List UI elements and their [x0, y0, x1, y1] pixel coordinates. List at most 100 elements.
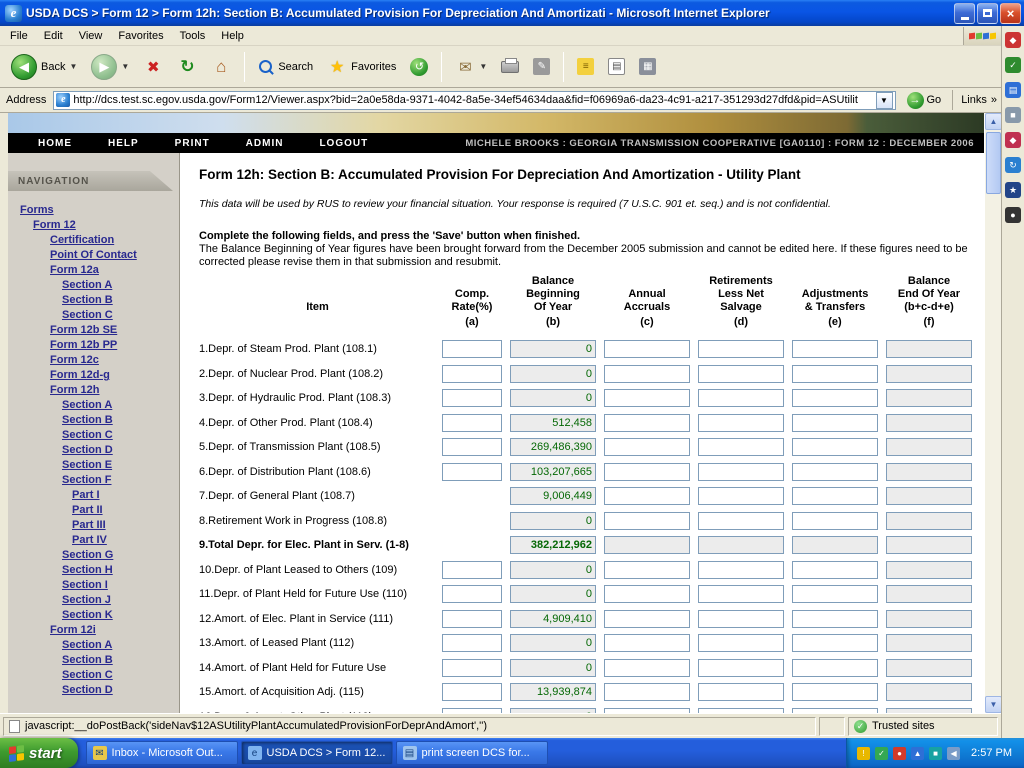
close-button[interactable]: ×	[1000, 3, 1021, 24]
retirements-input[interactable]	[698, 389, 784, 407]
tray-icon[interactable]: ✓	[875, 747, 888, 760]
tray-icon[interactable]: ◀	[947, 747, 960, 760]
menu-item[interactable]: File	[2, 28, 36, 44]
sidebar-item[interactable]: Section A	[8, 638, 179, 653]
dock-icon[interactable]: ▤	[1005, 82, 1021, 98]
home-button[interactable]: ⌂	[206, 54, 236, 80]
annual-accruals-input[interactable]	[604, 340, 690, 358]
sidebar-item[interactable]: Section E	[8, 458, 179, 473]
tray-icon[interactable]: ●	[893, 747, 906, 760]
sidebar-item[interactable]: Section K	[8, 608, 179, 623]
adjustments-input[interactable]	[792, 463, 878, 481]
adjustments-input[interactable]	[792, 561, 878, 579]
dock-icon[interactable]: ◆	[1005, 132, 1021, 148]
edit-button[interactable]: ✎	[528, 55, 555, 78]
sidebar-item[interactable]: Section I	[8, 578, 179, 593]
sidebar-item[interactable]: Section F	[8, 473, 179, 488]
retirements-input[interactable]	[698, 610, 784, 628]
address-dropdown-icon[interactable]: ▼	[876, 92, 893, 109]
sidebar-item[interactable]: Section D	[8, 443, 179, 458]
sidebar-item[interactable]: Section B	[8, 293, 179, 308]
taskbar-window-button[interactable]: e USDA DCS > Form 12...	[241, 741, 393, 765]
retirements-input[interactable]	[698, 487, 784, 505]
annual-accruals-input[interactable]	[604, 610, 690, 628]
address-input[interactable]: e http://dcs.test.sc.egov.usda.gov/Form1…	[53, 91, 895, 110]
links-chevron-icon[interactable]: »	[991, 94, 997, 106]
adjustments-input[interactable]	[792, 634, 878, 652]
favorites-button[interactable]: ★ Favorites	[322, 54, 401, 80]
search-button[interactable]: Search	[253, 56, 318, 78]
comp-rate-input[interactable]	[442, 561, 502, 579]
sidebar-item[interactable]: Section G	[8, 548, 179, 563]
sidebar-item[interactable]: Form 12h	[8, 383, 179, 398]
annual-accruals-input[interactable]	[604, 487, 690, 505]
sidebar-item[interactable]: Forms	[8, 203, 179, 218]
site-nav-item[interactable]: HELP	[108, 138, 139, 149]
site-nav-item[interactable]: PRINT	[175, 138, 210, 149]
retirements-input[interactable]	[698, 585, 784, 603]
dock-icon[interactable]: ◆	[1005, 32, 1021, 48]
adjustments-input[interactable]	[792, 487, 878, 505]
site-nav-item[interactable]: LOGOUT	[319, 138, 368, 149]
retirements-input[interactable]	[698, 365, 784, 383]
tray-icon[interactable]: !	[857, 747, 870, 760]
sidebar-item[interactable]: Form 12d-g	[8, 368, 179, 383]
notes-button[interactable]: ≡	[572, 55, 599, 78]
site-nav-item[interactable]: ADMIN	[246, 138, 284, 149]
document-button[interactable]: ▤	[603, 55, 630, 78]
mail-button[interactable]: ✉ ▼	[450, 54, 492, 80]
annual-accruals-input[interactable]	[604, 414, 690, 432]
taskbar-window-button[interactable]: ▤ print screen DCS for...	[396, 741, 548, 765]
research-button[interactable]: ▦	[634, 55, 661, 78]
forward-button[interactable]: ▶ ▼	[86, 51, 134, 83]
annual-accruals-input[interactable]	[604, 561, 690, 579]
retirements-input[interactable]	[698, 683, 784, 701]
sidebar-item[interactable]: Section B	[8, 413, 179, 428]
adjustments-input[interactable]	[792, 536, 878, 554]
stop-button[interactable]: ✖	[138, 54, 168, 80]
tray-icon[interactable]: ▲	[911, 747, 924, 760]
refresh-button[interactable]: ↻	[172, 54, 202, 80]
sidebar-item[interactable]: Part I	[8, 488, 179, 503]
sidebar-item[interactable]: Form 12a	[8, 263, 179, 278]
annual-accruals-input[interactable]	[604, 365, 690, 383]
retirements-input[interactable]	[698, 659, 784, 677]
adjustments-input[interactable]	[792, 512, 878, 530]
dock-icon[interactable]: ★	[1005, 182, 1021, 198]
retirements-input[interactable]	[698, 536, 784, 554]
retirements-input[interactable]	[698, 340, 784, 358]
menu-item[interactable]: Edit	[36, 28, 71, 44]
comp-rate-input[interactable]	[442, 659, 502, 677]
sidebar-item[interactable]: Certification	[8, 233, 179, 248]
mail-dropdown-icon[interactable]: ▼	[479, 62, 487, 71]
sidebar-item[interactable]: Section D	[8, 683, 179, 698]
dock-icon[interactable]: ✓	[1005, 57, 1021, 73]
adjustments-input[interactable]	[792, 340, 878, 358]
sidebar-item[interactable]: Section J	[8, 593, 179, 608]
annual-accruals-input[interactable]	[604, 585, 690, 603]
comp-rate-input[interactable]	[442, 340, 502, 358]
tray-icon[interactable]: ■	[929, 747, 942, 760]
comp-rate-input[interactable]	[442, 463, 502, 481]
annual-accruals-input[interactable]	[604, 536, 690, 554]
annual-accruals-input[interactable]	[604, 389, 690, 407]
taskbar-window-button[interactable]: ✉ Inbox - Microsoft Out...	[86, 741, 238, 765]
sidebar-item[interactable]: Form 12b PP	[8, 338, 179, 353]
sidebar-item[interactable]: Section A	[8, 398, 179, 413]
dock-icon[interactable]: ●	[1005, 207, 1021, 223]
history-button[interactable]: ↺	[405, 55, 433, 79]
comp-rate-input[interactable]	[442, 365, 502, 383]
comp-rate-input[interactable]	[442, 585, 502, 603]
comp-rate-input[interactable]	[442, 414, 502, 432]
menu-item[interactable]: Favorites	[110, 28, 171, 44]
retirements-input[interactable]	[698, 634, 784, 652]
adjustments-input[interactable]	[792, 414, 878, 432]
print-button[interactable]	[496, 58, 524, 76]
sidebar-item[interactable]: Form 12	[8, 218, 179, 233]
sidebar-item[interactable]: Form 12c	[8, 353, 179, 368]
menu-item[interactable]: View	[71, 28, 111, 44]
retirements-input[interactable]	[698, 438, 784, 456]
retirements-input[interactable]	[698, 561, 784, 579]
back-dropdown-icon[interactable]: ▼	[69, 62, 77, 71]
annual-accruals-input[interactable]	[604, 659, 690, 677]
